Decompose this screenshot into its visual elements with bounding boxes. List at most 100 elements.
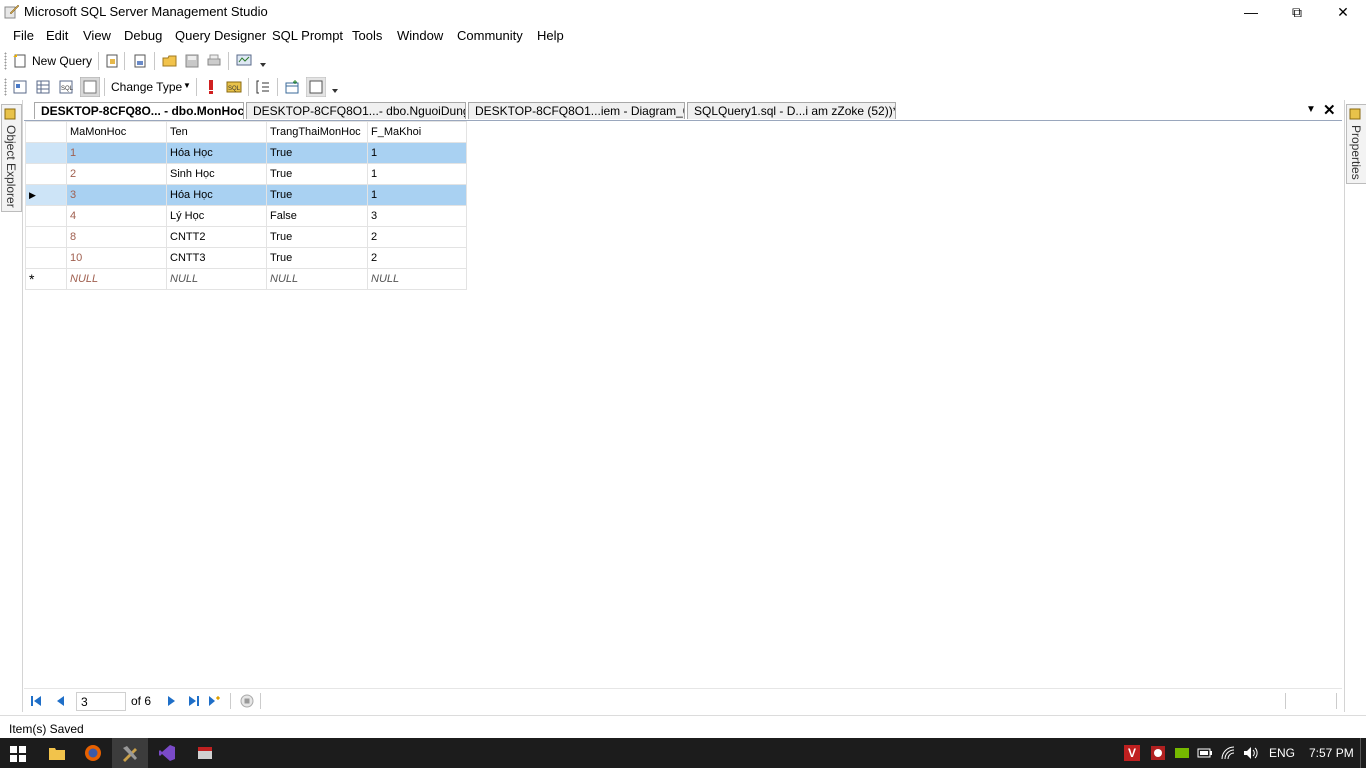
previous-record-icon[interactable] bbox=[54, 695, 66, 707]
row-header[interactable] bbox=[25, 247, 67, 269]
properties-tab[interactable]: Properties bbox=[1346, 104, 1366, 184]
clock[interactable]: 7:57 PM bbox=[1309, 746, 1354, 760]
cell-trangthaimonhoc[interactable]: True bbox=[266, 142, 368, 164]
next-record-icon[interactable] bbox=[166, 695, 178, 707]
cell-mamonhoc[interactable]: 8 bbox=[66, 226, 167, 248]
restore-button[interactable]: ⧉ bbox=[1274, 0, 1320, 24]
menu-file[interactable]: File bbox=[13, 28, 34, 43]
show-results-pane-icon[interactable] bbox=[80, 77, 100, 97]
menu-help[interactable]: Help bbox=[537, 28, 564, 43]
row-header[interactable] bbox=[25, 142, 67, 164]
activity-monitor-icon[interactable] bbox=[236, 53, 252, 69]
cell-mamonhoc[interactable]: 1 bbox=[66, 142, 167, 164]
menu-edit[interactable]: Edit bbox=[46, 28, 68, 43]
cell-f-makhoi[interactable]: 2 bbox=[367, 247, 467, 269]
show-diagram-pane-icon[interactable] bbox=[12, 79, 28, 95]
stop-icon[interactable] bbox=[240, 694, 254, 708]
cell-trangthaimonhoc[interactable]: NULL bbox=[266, 268, 368, 290]
cell-ten[interactable]: Hóa Học bbox=[166, 142, 267, 164]
cell-trangthaimonhoc[interactable]: True bbox=[266, 184, 368, 206]
cell-f-makhoi[interactable]: 2 bbox=[367, 226, 467, 248]
cell-f-makhoi[interactable]: 1 bbox=[367, 142, 467, 164]
cell-ten[interactable]: CNTT2 bbox=[166, 226, 267, 248]
cell-ten[interactable]: Sinh Học bbox=[166, 163, 267, 185]
show-sql-pane-icon[interactable]: SQL bbox=[58, 79, 74, 95]
table-row[interactable]: 2 Sinh Học True 1 bbox=[25, 163, 467, 185]
cell-ten[interactable]: Hóa Học bbox=[166, 184, 267, 206]
tab-nguoidung-table[interactable]: DESKTOP-8CFQ8O1...- dbo.NguoiDung bbox=[246, 102, 466, 119]
visual-studio-icon[interactable] bbox=[158, 744, 176, 762]
battery-icon[interactable] bbox=[1197, 746, 1213, 760]
show-criteria-pane-icon[interactable] bbox=[35, 79, 51, 95]
table-row-new[interactable]: * NULL NULL NULL NULL bbox=[25, 268, 467, 290]
print-icon[interactable] bbox=[206, 53, 222, 69]
language-indicator[interactable]: ENG bbox=[1269, 746, 1295, 760]
group-by-icon[interactable] bbox=[255, 79, 271, 95]
close-button[interactable]: ✕ bbox=[1320, 0, 1366, 24]
current-record-input[interactable]: 3 bbox=[76, 692, 126, 711]
toolbar-grip[interactable] bbox=[4, 52, 7, 70]
column-header-f-makhoi[interactable]: F_MaKhoi bbox=[367, 121, 467, 143]
minimize-button[interactable]: — bbox=[1228, 0, 1274, 24]
cell-f-makhoi[interactable]: 3 bbox=[367, 205, 467, 227]
row-header[interactable] bbox=[25, 226, 67, 248]
file-explorer-icon[interactable] bbox=[48, 745, 66, 761]
cell-mamonhoc[interactable]: NULL bbox=[66, 268, 167, 290]
cell-ten[interactable]: Lý Học bbox=[166, 205, 267, 227]
open-file-icon[interactable] bbox=[162, 53, 178, 69]
volume-icon[interactable] bbox=[1243, 745, 1259, 761]
cell-mamonhoc[interactable]: 3 bbox=[66, 184, 167, 206]
column-header-trangthaimonhoc[interactable]: TrangThaiMonHoc bbox=[266, 121, 368, 143]
object-explorer-tab[interactable]: Object Explorer bbox=[1, 104, 22, 212]
table-row[interactable]: 4 Lý Học False 3 bbox=[25, 205, 467, 227]
sql-tool-icon[interactable] bbox=[196, 744, 214, 762]
show-desktop-button[interactable] bbox=[1360, 738, 1361, 768]
menu-window[interactable]: Window bbox=[397, 28, 443, 43]
add-derived-table-icon[interactable] bbox=[306, 77, 326, 97]
menu-sql-prompt[interactable]: SQL Prompt bbox=[272, 28, 343, 43]
table-row[interactable]: 1 Hóa Học True 1 bbox=[25, 142, 467, 164]
table-row[interactable]: 10 CNTT3 True 2 bbox=[25, 247, 467, 269]
table-row[interactable]: 8 CNTT2 True 2 bbox=[25, 226, 467, 248]
new-query-button[interactable]: New Query bbox=[32, 54, 92, 68]
first-record-icon[interactable] bbox=[30, 695, 42, 707]
row-header[interactable] bbox=[25, 163, 67, 185]
cell-mamonhoc[interactable]: 10 bbox=[66, 247, 167, 269]
tray-app-icon[interactable] bbox=[1150, 745, 1166, 761]
cell-f-makhoi[interactable]: 1 bbox=[367, 184, 467, 206]
cell-mamonhoc[interactable]: 2 bbox=[66, 163, 167, 185]
close-document-icon[interactable]: ✕ bbox=[1323, 101, 1336, 119]
cell-trangthaimonhoc[interactable]: True bbox=[266, 163, 368, 185]
toolbar-overflow-icon[interactable] bbox=[258, 60, 268, 70]
cell-mamonhoc[interactable]: 4 bbox=[66, 205, 167, 227]
grid-corner[interactable] bbox=[25, 121, 67, 143]
cell-ten[interactable]: CNTT3 bbox=[166, 247, 267, 269]
toolbar-overflow-icon[interactable] bbox=[330, 86, 340, 96]
menu-community[interactable]: Community bbox=[457, 28, 523, 43]
table-row-current[interactable]: ▶ 3 Hóa Học True 1 bbox=[25, 184, 467, 206]
change-type-caret-icon[interactable]: ▼ bbox=[183, 81, 191, 90]
firefox-icon[interactable] bbox=[84, 744, 102, 762]
new-row-indicator[interactable]: * bbox=[25, 268, 67, 290]
menu-view[interactable]: View bbox=[83, 28, 111, 43]
antivirus-tray-icon[interactable]: V bbox=[1124, 745, 1140, 761]
column-header-mamonhoc[interactable]: MaMonHoc bbox=[66, 121, 167, 143]
change-type-dropdown[interactable]: Change Type bbox=[111, 80, 182, 94]
new-project-icon[interactable] bbox=[132, 53, 148, 69]
cell-trangthaimonhoc[interactable]: False bbox=[266, 205, 368, 227]
windows-start-icon[interactable] bbox=[10, 746, 26, 762]
wifi-icon[interactable] bbox=[1220, 745, 1236, 761]
tab-monhoc-table[interactable]: DESKTOP-8CFQ8O... - dbo.MonHoc* bbox=[34, 102, 244, 119]
menu-debug[interactable]: Debug bbox=[124, 28, 162, 43]
tab-diagram[interactable]: DESKTOP-8CFQ8O1...iem - Diagram_0 bbox=[468, 102, 685, 119]
cell-trangthaimonhoc[interactable]: True bbox=[266, 247, 368, 269]
execute-sql-icon[interactable] bbox=[203, 79, 219, 95]
menu-query-designer[interactable]: Query Designer bbox=[175, 28, 266, 43]
row-header[interactable] bbox=[25, 205, 67, 227]
new-record-icon[interactable] bbox=[208, 695, 220, 707]
current-row-indicator[interactable]: ▶ bbox=[25, 184, 67, 206]
tab-dropdown-icon[interactable]: ▼ bbox=[1306, 104, 1316, 115]
menu-tools[interactable]: Tools bbox=[352, 28, 382, 43]
cell-f-makhoi[interactable]: 1 bbox=[367, 163, 467, 185]
cell-trangthaimonhoc[interactable]: True bbox=[266, 226, 368, 248]
